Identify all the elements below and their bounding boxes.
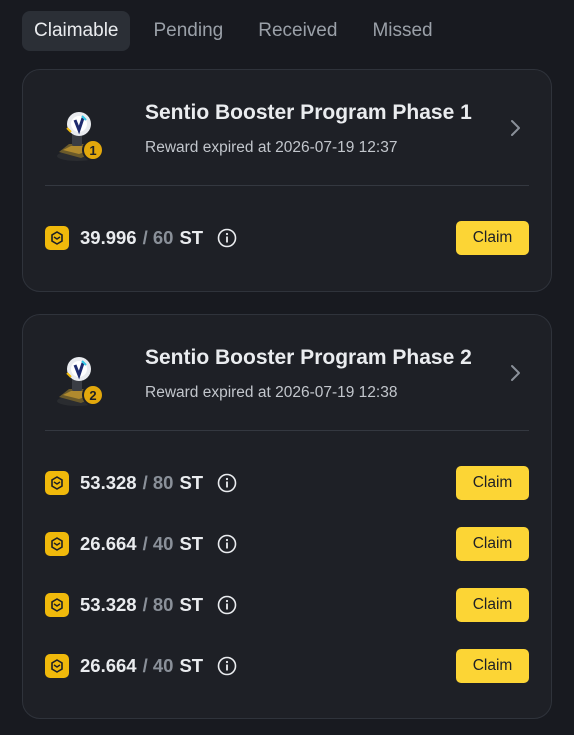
- divider: [45, 185, 529, 186]
- reward-unit: ST: [179, 594, 204, 615]
- claim-button[interactable]: Claim: [456, 466, 529, 500]
- program-title: Sentio Booster Program Phase 2: [145, 346, 472, 369]
- expiry-text: Reward expired at 2026-07-19 12:37: [145, 139, 398, 156]
- claim-button[interactable]: Claim: [456, 221, 529, 255]
- voucher-coin-icon: [45, 593, 69, 617]
- reward-amount: 53.328: [80, 594, 137, 615]
- program-title: Sentio Booster Program Phase 1: [145, 101, 472, 124]
- badge-number: 1: [89, 143, 96, 158]
- expiry-text: Reward expired at 2026-07-19 12:38: [145, 384, 398, 401]
- reward-row: 26.664 / 40 ST Claim: [45, 526, 529, 562]
- reward-row: 53.328 / 80 ST Claim: [45, 587, 529, 623]
- reward-total: / 40: [142, 655, 174, 676]
- reward-unit: ST: [179, 227, 204, 248]
- program-header-phase-1[interactable]: 1 Sentio Booster Program Phase 1 Reward …: [23, 70, 551, 186]
- reward-amount: 26.664: [80, 655, 137, 676]
- reward-unit: ST: [179, 472, 204, 493]
- reward-row: 26.664 / 40 ST Claim: [45, 648, 529, 684]
- chevron-right-icon[interactable]: [507, 363, 523, 383]
- tab-pending[interactable]: Pending: [141, 11, 235, 51]
- voucher-coin-icon: [45, 226, 69, 250]
- info-circle-icon[interactable]: [217, 228, 237, 248]
- tab-missed[interactable]: Missed: [360, 11, 444, 51]
- tab-received[interactable]: Received: [246, 11, 349, 51]
- voucher-coin-icon: [45, 471, 69, 495]
- reward-row: 39.996 / 60 ST Claim: [45, 220, 529, 256]
- trophy-badge-icon: 2: [51, 351, 115, 415]
- program-header-phase-2[interactable]: 2 Sentio Booster Program Phase 2 Reward …: [23, 315, 551, 431]
- reward-amount: 39.996: [80, 227, 137, 248]
- divider: [45, 430, 529, 431]
- info-circle-icon[interactable]: [217, 534, 237, 554]
- reward-total: / 80: [142, 594, 174, 615]
- tab-claimable[interactable]: Claimable: [22, 11, 131, 51]
- reward-amount: 53.328: [80, 472, 137, 493]
- claim-button[interactable]: Claim: [456, 649, 529, 683]
- reward-total: / 40: [142, 533, 174, 554]
- voucher-coin-icon: [45, 654, 69, 678]
- reward-row: 53.328 / 80 ST Claim: [45, 465, 529, 501]
- info-circle-icon[interactable]: [217, 473, 237, 493]
- reward-total: / 80: [142, 472, 174, 493]
- info-circle-icon[interactable]: [217, 595, 237, 615]
- reward-unit: ST: [179, 533, 204, 554]
- claim-button[interactable]: Claim: [456, 588, 529, 622]
- badge-number: 2: [89, 388, 96, 403]
- claim-button[interactable]: Claim: [456, 527, 529, 561]
- info-circle-icon[interactable]: [217, 656, 237, 676]
- reward-tabs: Claimable Pending Received Missed: [22, 11, 456, 51]
- reward-total: / 60: [142, 227, 174, 248]
- reward-amount: 26.664: [80, 533, 137, 554]
- program-card-phase-2: 2 Sentio Booster Program Phase 2 Reward …: [22, 314, 552, 719]
- chevron-right-icon[interactable]: [507, 118, 523, 138]
- program-card-phase-1: 1 Sentio Booster Program Phase 1 Reward …: [22, 69, 552, 292]
- reward-unit: ST: [179, 655, 204, 676]
- voucher-coin-icon: [45, 532, 69, 556]
- trophy-badge-icon: 1: [51, 106, 115, 170]
